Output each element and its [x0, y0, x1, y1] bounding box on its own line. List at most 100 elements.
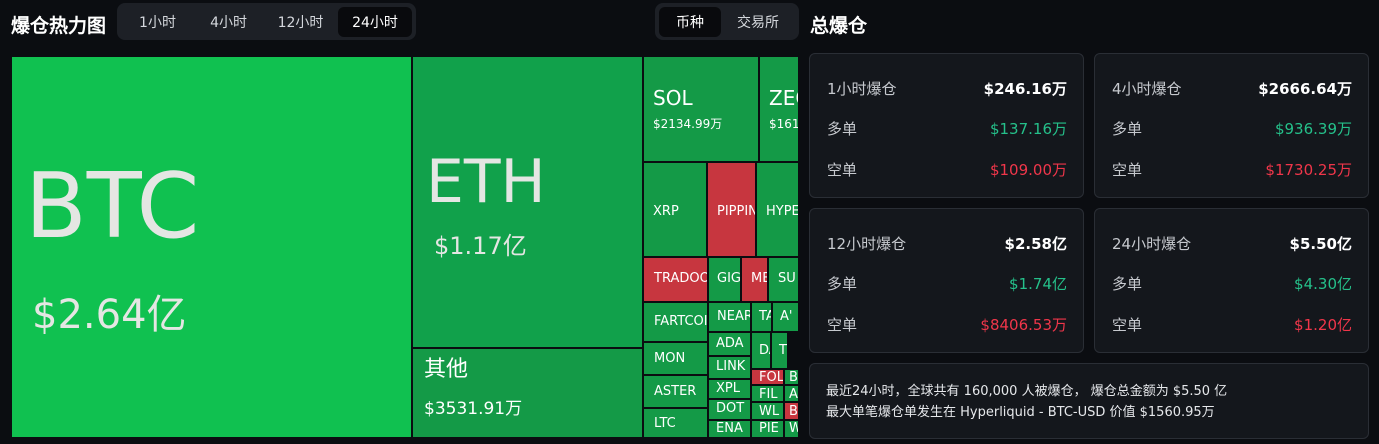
treemap-cell-link[interactable]: LINK [708, 356, 751, 379]
card-long: $4.30亿 [1294, 274, 1352, 293]
card-total: $246.16万 [983, 79, 1067, 98]
card-period: 1小时爆仓 [827, 79, 897, 98]
card-short: $1730.25万 [1265, 160, 1352, 179]
short-label: 空单 [1112, 315, 1143, 334]
treemap-cell-ada[interactable]: ADA [708, 332, 751, 356]
tab-coin[interactable]: 币种 [659, 6, 721, 37]
treemap-coin-name: DA [759, 343, 770, 358]
card-period: 12小时爆仓 [827, 234, 907, 253]
treemap-coin-name: XPL [716, 381, 740, 396]
treemap-coin-name: FOL [759, 370, 784, 385]
treemap-coin-name: TF [779, 343, 787, 358]
treemap-coin-name: A' [780, 309, 793, 324]
treemap-cell-pippin[interactable]: PIPPIN [707, 162, 756, 257]
treemap-cell-near[interactable]: NEAR [708, 302, 751, 332]
treemap-coin-value: $2.64亿 [32, 292, 187, 338]
treemap-cell-xpl[interactable]: XPL [708, 379, 751, 399]
treemap-coin-value: $2134.99万 [653, 117, 723, 131]
treemap-cell-aa[interactable]: AA [784, 385, 799, 402]
treemap-coin-name: BTC [25, 154, 200, 259]
treemap-cell-bc[interactable]: BC [784, 369, 799, 385]
summary-panel: 最近24小时，全球共有 160,000 人被爆仓， 爆仓总金额为 $5.50 亿… [809, 363, 1369, 439]
treemap-coin-name: HYPE [766, 204, 799, 219]
treemap-cell-xrp[interactable]: XRP [643, 162, 707, 257]
treemap-cell-sol[interactable]: SOL $2134.99万 [643, 56, 759, 162]
tab-12h[interactable]: 12小时 [263, 7, 338, 37]
long-label: 多单 [827, 274, 858, 293]
treemap-coin-name: MON [654, 351, 686, 366]
treemap-cell-fartcoin[interactable]: FARTCOIN [643, 302, 708, 342]
stats-card-1h: 1小时爆仓 $246.16万 多单 $137.16万 空单 $109.00万 [809, 53, 1084, 198]
view-tabs: 币种 交易所 [655, 3, 799, 40]
card-period: 24小时爆仓 [1112, 234, 1192, 253]
treemap-coin-name: FIL [759, 387, 778, 402]
treemap-cell-da[interactable]: DA [751, 332, 771, 369]
treemap-cell-pie[interactable]: PIE [751, 420, 784, 438]
treemap-coin-name: TA [759, 309, 771, 324]
treemap-coin-name: LINK [716, 359, 746, 374]
treemap-cell-mon[interactable]: MON [643, 342, 708, 375]
treemap-cell-tf[interactable]: TF [771, 332, 788, 369]
card-short: $1.20亿 [1294, 315, 1352, 334]
stats-card-4h: 4小时爆仓 $2666.64万 多单 $936.39万 空单 $1730.25万 [1094, 53, 1369, 198]
treemap-coin-name: GIG [717, 271, 741, 286]
treemap-coin-name: BI [789, 404, 798, 419]
tab-24h[interactable]: 24小时 [338, 6, 412, 37]
treemap-coin-name: AA [789, 387, 799, 402]
treemap-coin-name: ETH [426, 147, 546, 217]
treemap-cell-bi[interactable]: BI [784, 402, 799, 420]
short-label: 空单 [827, 315, 858, 334]
treemap-coin-name: ENA [716, 421, 743, 436]
stats-card-12h: 12小时爆仓 $2.58亿 多单 $1.74亿 空单 $8406.53万 [809, 208, 1084, 353]
treemap-cell-eth[interactable]: ETH $1.17亿 [412, 56, 643, 348]
tab-1h[interactable]: 1小时 [121, 7, 194, 37]
tab-4h[interactable]: 4小时 [194, 7, 263, 37]
stats-card-24h: 24小时爆仓 $5.50亿 多单 $4.30亿 空单 $1.20亿 [1094, 208, 1369, 353]
long-label: 多单 [827, 119, 858, 138]
treemap-cell-gig[interactable]: GIG [708, 257, 741, 302]
treemap-cell-btc[interactable]: BTC $2.64亿 [11, 56, 412, 438]
treemap-coin-name: W [789, 422, 798, 435]
treemap-cell-me[interactable]: ME [741, 257, 768, 302]
tab-exchange[interactable]: 交易所 [721, 7, 795, 37]
treemap-coin-name: ADA [716, 336, 744, 351]
heatmap-title: 爆仓热力图 [11, 15, 107, 37]
treemap-coin-name: ZEC [769, 86, 798, 110]
long-label: 多单 [1112, 274, 1143, 293]
card-short: $8406.53万 [980, 315, 1067, 334]
treemap-coin-name: DOT [716, 401, 745, 416]
treemap-cell-a[interactable]: A' [772, 302, 799, 332]
treemap-coin-name: ASTER [654, 384, 697, 399]
card-period: 4小时爆仓 [1112, 79, 1182, 98]
treemap-cell-aster[interactable]: ASTER [643, 375, 708, 408]
treemap-coin-name: WL [759, 404, 780, 419]
treemap-cell-w[interactable]: W [784, 420, 799, 438]
treemap-coin-name: NEAR [717, 309, 751, 324]
treemap-cell-dot[interactable]: DOT [708, 399, 751, 420]
treemap-cell-hype[interactable]: HYPE [756, 162, 799, 257]
card-total: $2.58亿 [1004, 234, 1067, 253]
time-range-tabs: 1小时 4小时 12小时 24小时 [117, 3, 416, 40]
treemap-cell-tradoor[interactable]: TRADOOR [643, 257, 708, 302]
treemap-cell-su[interactable]: SU [768, 257, 799, 302]
treemap-cell-fol[interactable]: FOL [751, 369, 784, 385]
card-long: $137.16万 [989, 119, 1067, 138]
treemap-cell-zec[interactable]: ZEC $1614 [759, 56, 799, 162]
treemap-cell-[interactable]: 其他 $3531.91万 [412, 348, 643, 438]
treemap-coin-value: $1614 [769, 117, 799, 131]
treemap-cell-ena[interactable]: ENA [708, 420, 751, 438]
treemap-coin-name: SOL [653, 86, 693, 110]
card-total: $2666.64万 [1258, 79, 1352, 98]
card-total: $5.50亿 [1289, 234, 1352, 253]
treemap-coin-name: LTC [654, 416, 676, 431]
treemap-coin-name: PIE [759, 421, 779, 436]
treemap-cell-fil[interactable]: FIL [751, 385, 784, 402]
treemap-cell-ta[interactable]: TA [751, 302, 772, 332]
treemap-cell-wl[interactable]: WL [751, 402, 784, 420]
treemap-coin-name: BC [789, 370, 798, 385]
treemap-cell-ltc[interactable]: LTC [643, 408, 708, 438]
liquidation-treemap: BTC $2.64亿 ETH $1.17亿 其他 $3531.91万 SOL $2134.99… [11, 56, 799, 438]
summary-line-2: 最大单笔爆仓单发生在 Hyperliquid - BTC-USD 价值 $156… [826, 405, 1215, 420]
treemap-coin-value: $3531.91万 [424, 399, 523, 419]
card-long: $936.39万 [1274, 119, 1352, 138]
